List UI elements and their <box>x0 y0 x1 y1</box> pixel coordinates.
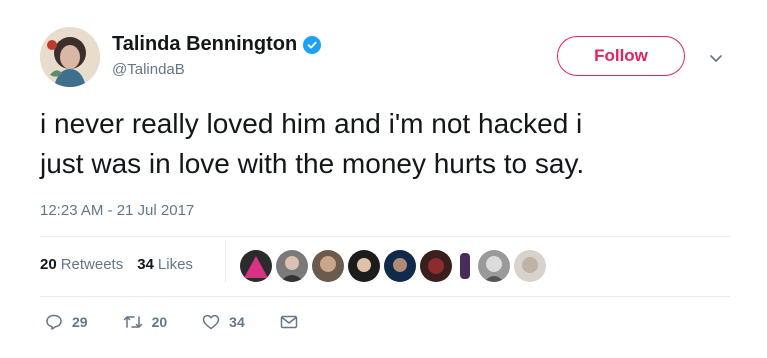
stats-separator <box>225 240 226 282</box>
verified-badge-icon <box>303 35 322 54</box>
retweet-count: 20 <box>151 314 168 330</box>
engagement-stats: 20 Retweets 34 Likes <box>40 256 193 273</box>
reply-button[interactable]: 29 <box>44 312 88 332</box>
divider <box>40 296 730 297</box>
like-count: 34 <box>229 314 245 330</box>
liker-avatar-1[interactable] <box>240 250 272 282</box>
likes-stat[interactable]: 34 Likes <box>137 256 193 273</box>
likes-count: 34 <box>137 256 154 273</box>
retweets-stat[interactable]: 20 Retweets <box>40 256 123 273</box>
liker-avatar-3[interactable] <box>312 250 344 282</box>
user-handle[interactable]: @TalindaB <box>112 61 185 78</box>
retweet-icon <box>122 312 144 332</box>
liker-avatar-7[interactable] <box>456 250 474 282</box>
reply-count: 29 <box>72 314 88 330</box>
reply-icon <box>44 312 64 332</box>
tweet-actions: 29 20 34 <box>44 312 333 332</box>
retweet-button[interactable]: 20 <box>122 312 168 332</box>
liker-avatar-9[interactable] <box>514 250 546 282</box>
liker-avatar-6[interactable] <box>420 250 452 282</box>
avatar[interactable] <box>40 27 100 87</box>
retweets-label: Retweets <box>60 256 124 273</box>
liker-avatar-2[interactable] <box>276 250 308 282</box>
tweet-text: i never really loved him and i'm not hac… <box>40 108 585 179</box>
retweets-count: 20 <box>40 256 57 273</box>
liker-avatar-8[interactable] <box>478 250 510 282</box>
liker-avatar-5[interactable] <box>384 250 416 282</box>
divider <box>40 236 730 237</box>
likes-label: Likes <box>157 256 193 273</box>
envelope-icon <box>279 312 299 332</box>
liker-avatar-4[interactable] <box>348 250 380 282</box>
tweet-timestamp[interactable]: 12:23 AM - 21 Jul 2017 <box>40 202 194 219</box>
like-button[interactable]: 34 <box>201 312 245 332</box>
direct-message-button[interactable] <box>279 312 299 332</box>
heart-icon <box>201 312 221 332</box>
display-name[interactable]: Talinda Bennington <box>112 33 297 56</box>
follow-button[interactable]: Follow <box>557 36 685 76</box>
likers-avatars <box>240 250 546 282</box>
chevron-down-icon[interactable] <box>706 48 726 68</box>
user-name-row: Talinda Bennington <box>112 33 322 56</box>
